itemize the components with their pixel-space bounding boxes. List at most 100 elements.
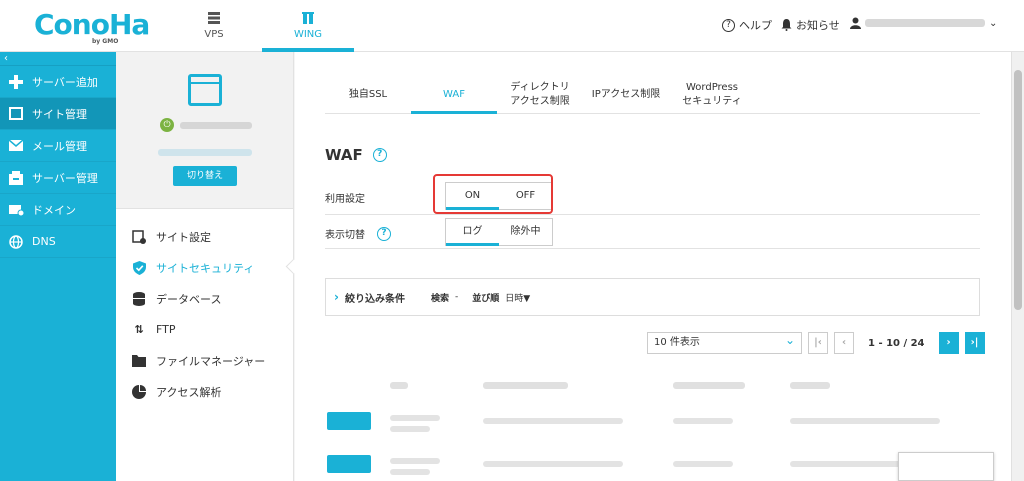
page-scrollbar[interactable] xyxy=(1011,52,1024,481)
tab-ssl[interactable]: 独自SSL xyxy=(325,76,411,113)
page-title: WAF ? xyxy=(325,146,387,164)
display-label-text: 表示切替 xyxy=(325,230,365,241)
table-header-cell xyxy=(483,382,568,389)
browser-window-icon xyxy=(188,74,222,106)
nav-item-domain[interactable]: ドメイン xyxy=(0,194,116,226)
tab-wordpress-security[interactable]: WordPress セキュリティ xyxy=(669,76,755,113)
nav-item-dns[interactable]: DNS xyxy=(0,226,116,258)
floating-button[interactable] xyxy=(898,452,994,481)
subnav-label: ファイルマネージャー xyxy=(156,354,266,368)
tab-waf[interactable]: WAF xyxy=(411,76,497,114)
subnav-item-site-settings[interactable]: サイト設定 xyxy=(116,221,293,252)
row-cell xyxy=(483,461,623,467)
nav-label: サーバー管理 xyxy=(32,171,98,185)
subnav-item-database[interactable]: データベース xyxy=(116,283,293,314)
subnav-item-ftp[interactable]: ⇅ FTP xyxy=(116,314,293,345)
help-icon[interactable]: ? xyxy=(377,226,391,241)
site-card: ⏻ 切り替え xyxy=(116,52,293,209)
first-page-button[interactable]: |‹ xyxy=(808,332,828,354)
nav-item-site-management[interactable]: サイト管理 xyxy=(0,98,116,130)
pie-chart-icon xyxy=(132,384,146,399)
divider xyxy=(325,214,980,215)
last-page-button[interactable]: ›| xyxy=(964,332,985,354)
logo-sub-text: by GMO xyxy=(92,38,119,45)
notice-label: お知らせ xyxy=(796,19,840,32)
logo-text: ConoHa xyxy=(34,8,150,41)
subnav-item-site-security[interactable]: サイトセキュリティ xyxy=(116,252,293,283)
tab-wing-label: WING xyxy=(293,29,323,40)
usage-setting-label: 利用設定 xyxy=(325,190,365,205)
main-content: 独自SSL WAF ディレクトリ アクセス制限 IPアクセス制限 WordPre… xyxy=(295,52,1011,481)
collapse-button[interactable]: ‹ xyxy=(0,52,116,66)
tab-vps[interactable]: VPS xyxy=(168,0,260,52)
shield-icon xyxy=(132,260,146,275)
subnav-label: サイト設定 xyxy=(156,230,211,244)
nav-label: DNS xyxy=(32,235,56,248)
table-header-cell xyxy=(673,382,745,389)
usage-label-text: 利用設定 xyxy=(325,194,365,205)
nav-item-add-server[interactable]: サーバー追加 xyxy=(0,66,116,98)
user-menu[interactable]: ⌄ xyxy=(850,17,997,29)
nav-item-server-management[interactable]: サーバー管理 xyxy=(0,162,116,194)
wing-icon xyxy=(302,12,314,24)
site-url[interactable] xyxy=(158,149,252,156)
site-settings-icon xyxy=(132,229,146,244)
prev-page-button[interactable]: ‹ xyxy=(834,332,854,354)
highlight-box xyxy=(433,174,553,214)
filter-panel[interactable]: › 絞り込み条件 検索 - 並び順 日時▼ xyxy=(325,278,980,316)
tab-label: 独自SSL xyxy=(348,88,388,100)
row-cell xyxy=(390,458,440,464)
pagination: 10 件表示 |‹ ‹ 1 - 10 / 24 › ›| xyxy=(647,330,985,354)
filter-title: 絞り込み条件 xyxy=(344,293,405,305)
filter-search-value: - xyxy=(454,292,459,302)
conoha-logo[interactable]: ConoHa by GMO xyxy=(34,8,150,45)
page-title-text: WAF xyxy=(325,146,363,164)
divider xyxy=(325,248,980,249)
subnav-label: サイトセキュリティ xyxy=(156,261,255,275)
tab-wing[interactable]: WING xyxy=(262,0,354,52)
subnav-label: FTP xyxy=(156,323,176,336)
status-badge xyxy=(327,455,371,473)
site-name xyxy=(180,122,252,129)
subnav-label: データベース xyxy=(156,292,222,306)
display-log-option[interactable]: ログ xyxy=(446,219,499,246)
filter-search-label: 検索 xyxy=(430,293,449,304)
top-header: ConoHa by GMO VPS WING ? ヘルプ お知らせ ⌄ xyxy=(0,0,1024,52)
row-cell xyxy=(390,426,430,432)
display-toggle-label: 表示切替 ? xyxy=(325,226,391,241)
scrollbar-thumb[interactable] xyxy=(1014,70,1022,310)
display-excluded-option[interactable]: 除外中 xyxy=(499,219,552,245)
question-icon: ? xyxy=(722,18,735,32)
plus-icon xyxy=(8,74,24,90)
next-page-button[interactable]: › xyxy=(938,332,959,354)
filter-sort-label: 並び順 xyxy=(472,293,500,304)
per-page-select[interactable]: 10 件表示 xyxy=(647,330,802,354)
tab-directory-access[interactable]: ディレクトリ アクセス制限 xyxy=(497,76,583,113)
server-icon xyxy=(208,12,220,24)
tab-ip-access[interactable]: IPアクセス制限 xyxy=(583,76,669,113)
help-link[interactable]: ? ヘルプ xyxy=(722,17,772,33)
row-cell xyxy=(390,469,430,475)
tab-label-line1: WordPress xyxy=(685,81,739,93)
folder-icon xyxy=(132,354,146,368)
table-header-cell xyxy=(390,382,408,389)
nav-label: サイト管理 xyxy=(32,107,87,121)
transfer-icon: ⇅ xyxy=(134,323,144,336)
row-cell xyxy=(790,418,940,424)
help-icon[interactable]: ? xyxy=(372,148,387,162)
notice-link[interactable]: お知らせ xyxy=(781,17,840,33)
user-icon xyxy=(850,17,861,29)
chevron-down-icon: ⌄ xyxy=(989,17,998,29)
tab-label-line1: ディレクトリ xyxy=(510,81,570,93)
bell-icon xyxy=(781,19,792,31)
page-range: 1 - 10 / 24 xyxy=(868,337,925,349)
site-subnav: ⏻ 切り替え サイト設定 サイトセキュリティ データベース ⇅ FTP ファイル… xyxy=(116,52,294,481)
nav-item-mail-management[interactable]: メール管理 xyxy=(0,130,116,162)
subnav-item-file-manager[interactable]: ファイルマネージャー xyxy=(116,345,293,376)
subnav-label: アクセス解析 xyxy=(156,385,222,399)
row-cell xyxy=(483,418,623,424)
globe-icon xyxy=(8,234,24,250)
subnav-item-access-analysis[interactable]: アクセス解析 xyxy=(116,376,293,407)
row-cell xyxy=(673,461,733,467)
switch-button[interactable]: 切り替え xyxy=(173,166,237,186)
